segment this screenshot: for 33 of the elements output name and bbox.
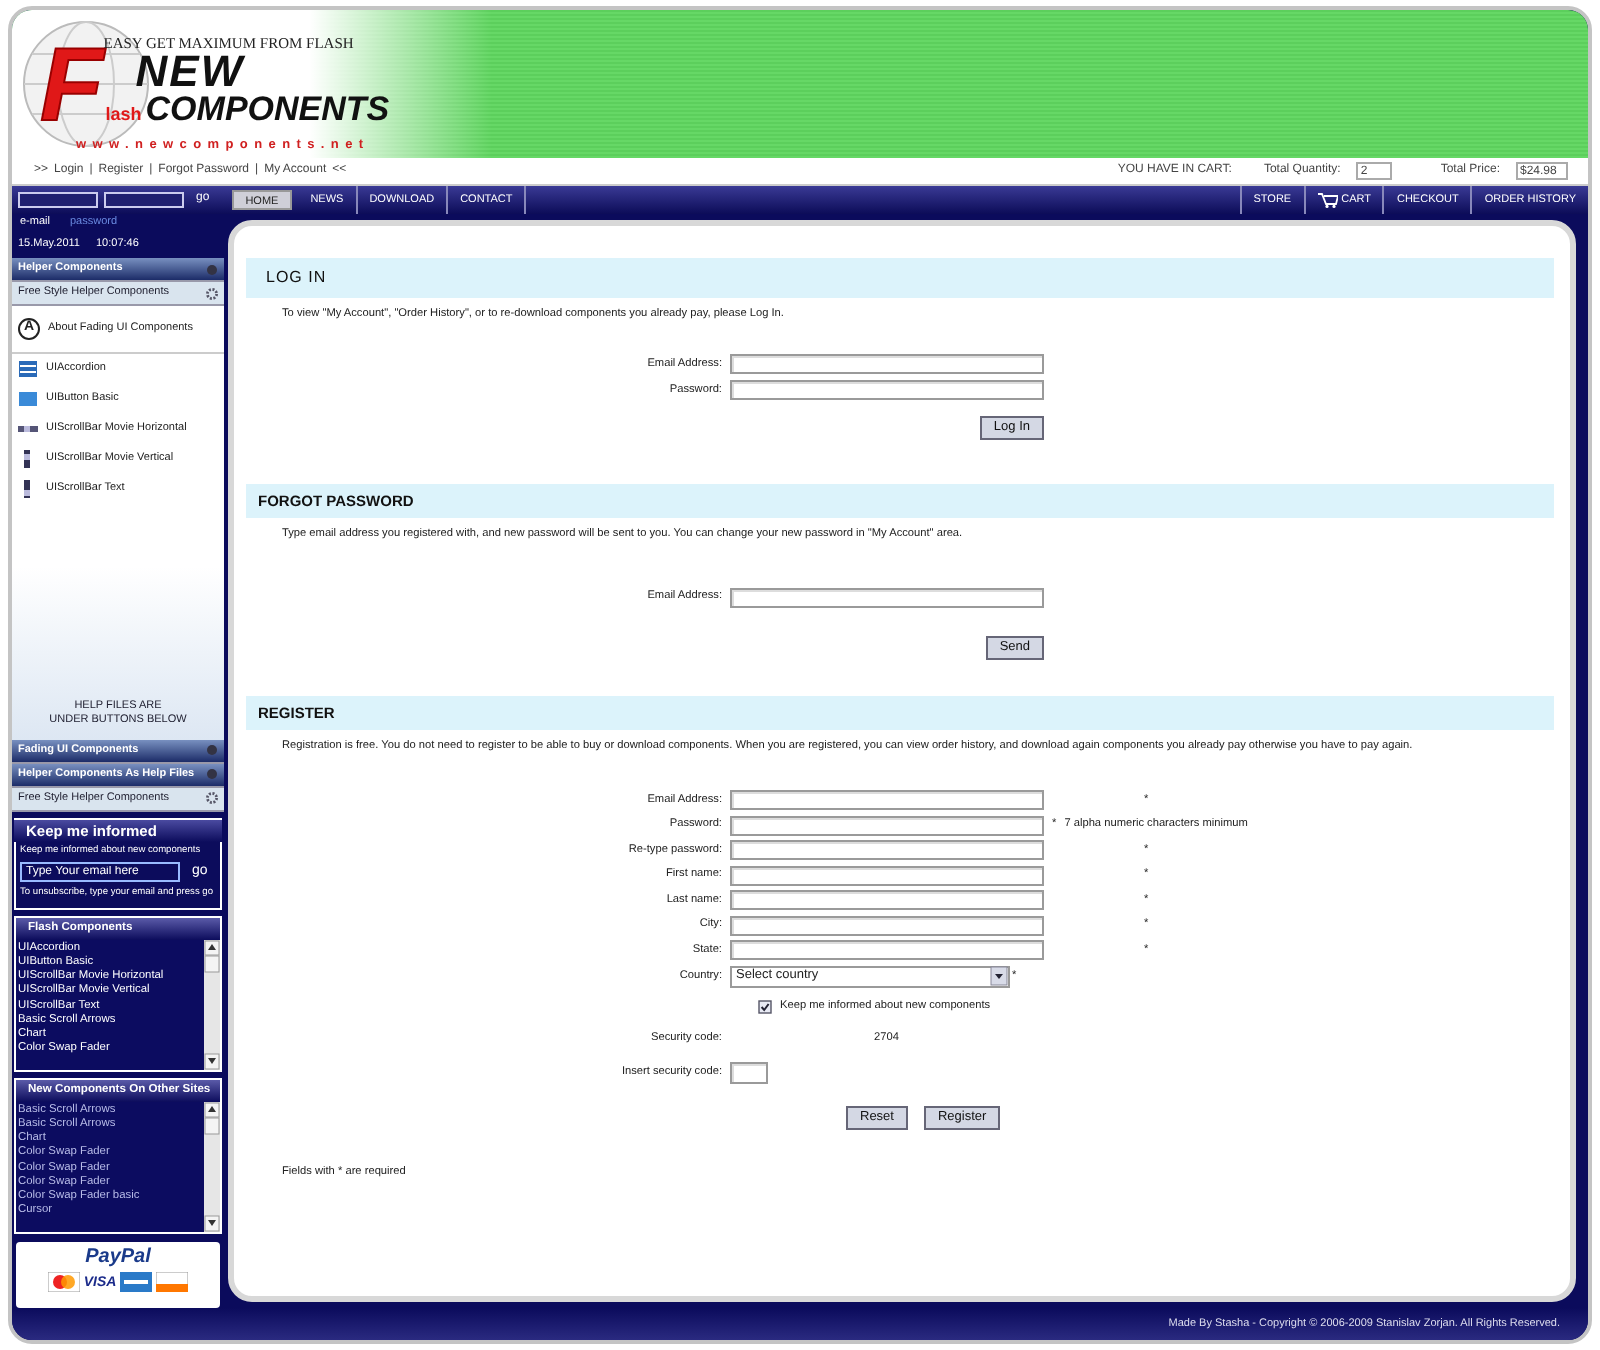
panel-icon <box>18 390 38 408</box>
input-field[interactable] <box>730 865 1044 886</box>
dot-icon <box>206 768 218 781</box>
list-icon <box>18 360 38 378</box>
input-field[interactable] <box>730 354 1044 375</box>
password-field[interactable] <box>730 815 1044 836</box>
input-field[interactable] <box>730 940 1044 961</box>
card-icon <box>156 1272 189 1292</box>
checkbox[interactable] <box>758 1000 772 1015</box>
card-icon <box>47 1272 80 1292</box>
code-field[interactable] <box>730 1062 768 1084</box>
section-header: LOG IN <box>246 258 1554 298</box>
caret-icon <box>990 966 1008 987</box>
input-field[interactable] <box>730 790 1044 811</box>
gear-icon <box>206 287 218 299</box>
gear-icon <box>206 792 218 805</box>
cart-icon <box>1317 192 1338 208</box>
email-field[interactable] <box>18 192 98 208</box>
logo-title: COMPONENTS <box>145 91 390 126</box>
password-field[interactable] <box>730 840 1044 861</box>
logo-word: NEW <box>135 52 245 92</box>
password-field[interactable] <box>730 380 1044 401</box>
dot-icon <box>206 744 218 757</box>
dot-icon <box>206 263 218 275</box>
card-icon <box>120 1272 153 1292</box>
logo-word: lash <box>105 103 142 124</box>
scrollbar-icon <box>18 420 38 438</box>
input-field[interactable] <box>730 890 1044 911</box>
input-field[interactable] <box>730 915 1044 936</box>
password-field[interactable] <box>104 192 184 208</box>
logo-letter: F <box>40 34 104 138</box>
input-field[interactable] <box>730 587 1044 608</box>
paypal-logo: PayPal <box>85 1246 151 1268</box>
